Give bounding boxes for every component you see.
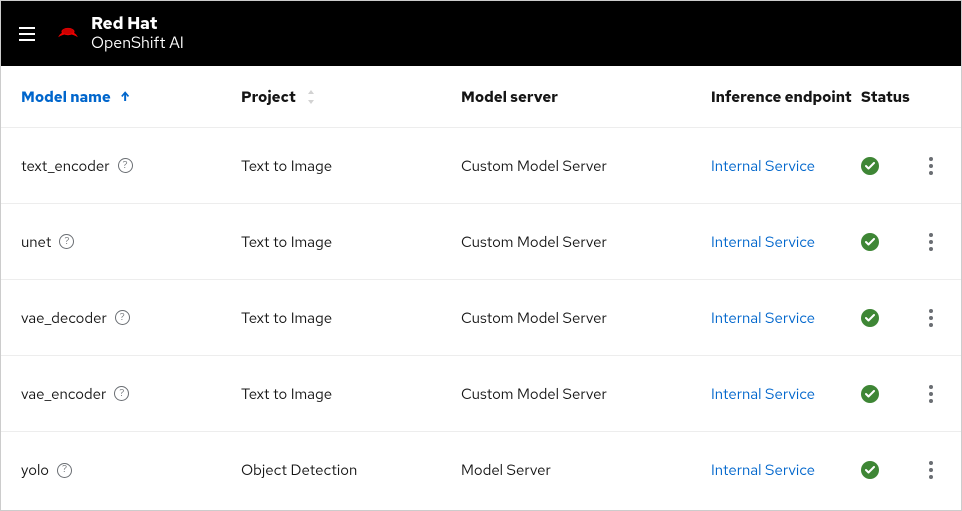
endpoint-link[interactable]: Internal Service: [711, 308, 815, 328]
endpoint-link[interactable]: Internal Service: [711, 384, 815, 404]
cell-project: Object Detection: [241, 460, 461, 480]
help-icon[interactable]: ?: [118, 158, 133, 173]
table-row: vae_decoder ? Text to Image Custom Model…: [1, 280, 961, 356]
cell-model-server: Model Server: [461, 460, 711, 480]
row-actions-kebab-icon[interactable]: [921, 225, 941, 259]
status-ok-icon: [861, 233, 879, 251]
row-actions-kebab-icon[interactable]: [921, 453, 941, 487]
sort-ascending-icon: ↑: [121, 88, 130, 105]
cell-inference-endpoint: Internal Service: [711, 308, 861, 328]
cell-inference-endpoint: Internal Service: [711, 384, 861, 404]
redhat-fedora-icon: [55, 24, 81, 44]
cell-status: [861, 461, 921, 479]
model-name-text: vae_decoder: [21, 308, 107, 328]
table-row: vae_encoder ? Text to Image Custom Model…: [1, 356, 961, 432]
help-icon[interactable]: ?: [115, 310, 130, 325]
cell-model-server: Custom Model Server: [461, 384, 711, 404]
table-header-row: Model name ↑ Project Model server Infere…: [1, 66, 961, 128]
cell-project: Text to Image: [241, 308, 461, 328]
column-label: Model server: [461, 87, 558, 107]
cell-model-name: text_encoder ?: [21, 156, 241, 176]
column-header-inference-endpoint: Inference endpoint: [711, 87, 861, 107]
endpoint-link[interactable]: Internal Service: [711, 156, 815, 176]
help-icon[interactable]: ?: [57, 463, 72, 478]
cell-status: [861, 157, 921, 175]
help-icon[interactable]: ?: [114, 386, 129, 401]
cell-inference-endpoint: Internal Service: [711, 156, 861, 176]
column-label: Project: [241, 87, 296, 107]
model-name-text: vae_encoder: [21, 384, 106, 404]
cell-project: Text to Image: [241, 384, 461, 404]
column-label: Status: [861, 87, 910, 107]
cell-inference-endpoint: Internal Service: [711, 460, 861, 480]
cell-status: [861, 309, 921, 327]
endpoint-link[interactable]: Internal Service: [711, 232, 815, 252]
status-ok-icon: [861, 385, 879, 403]
column-header-project[interactable]: Project: [241, 87, 461, 107]
cell-status: [861, 385, 921, 403]
column-label: Model name: [21, 87, 111, 107]
row-actions-kebab-icon[interactable]: [921, 149, 941, 183]
column-label: Inference endpoint: [711, 87, 852, 107]
row-actions-kebab-icon[interactable]: [921, 301, 941, 335]
status-ok-icon: [861, 461, 879, 479]
models-table: Model name ↑ Project Model server Infere…: [1, 66, 961, 508]
cell-project: Text to Image: [241, 232, 461, 252]
table-row: text_encoder ? Text to Image Custom Mode…: [1, 128, 961, 204]
sort-neutral-icon: [306, 90, 316, 104]
model-name-text: text_encoder: [21, 156, 110, 176]
column-header-model-name[interactable]: Model name ↑: [21, 87, 241, 107]
cell-model-name: vae_decoder ?: [21, 308, 241, 328]
help-icon[interactable]: ?: [59, 234, 74, 249]
cell-inference-endpoint: Internal Service: [711, 232, 861, 252]
brand-name-bottom: OpenShift AI: [91, 34, 184, 52]
cell-project: Text to Image: [241, 156, 461, 176]
endpoint-link[interactable]: Internal Service: [711, 460, 815, 480]
cell-model-server: Custom Model Server: [461, 156, 711, 176]
status-ok-icon: [861, 309, 879, 327]
table-row: yolo ? Object Detection Model Server Int…: [1, 432, 961, 508]
column-header-status: Status: [861, 87, 921, 107]
cell-status: [861, 233, 921, 251]
row-actions-kebab-icon[interactable]: [921, 377, 941, 411]
model-name-text: unet: [21, 232, 51, 252]
cell-model-server: Custom Model Server: [461, 308, 711, 328]
cell-model-name: unet ?: [21, 232, 241, 252]
column-header-model-server: Model server: [461, 87, 711, 107]
brand-logo[interactable]: Red Hat OpenShift AI: [55, 15, 184, 51]
status-ok-icon: [861, 157, 879, 175]
table-row: unet ? Text to Image Custom Model Server…: [1, 204, 961, 280]
cell-model-server: Custom Model Server: [461, 232, 711, 252]
cell-model-name: vae_encoder ?: [21, 384, 241, 404]
menu-toggle-icon[interactable]: [19, 19, 35, 49]
app-header: Red Hat OpenShift AI: [1, 1, 961, 66]
model-name-text: yolo: [21, 460, 49, 480]
cell-model-name: yolo ?: [21, 460, 241, 480]
